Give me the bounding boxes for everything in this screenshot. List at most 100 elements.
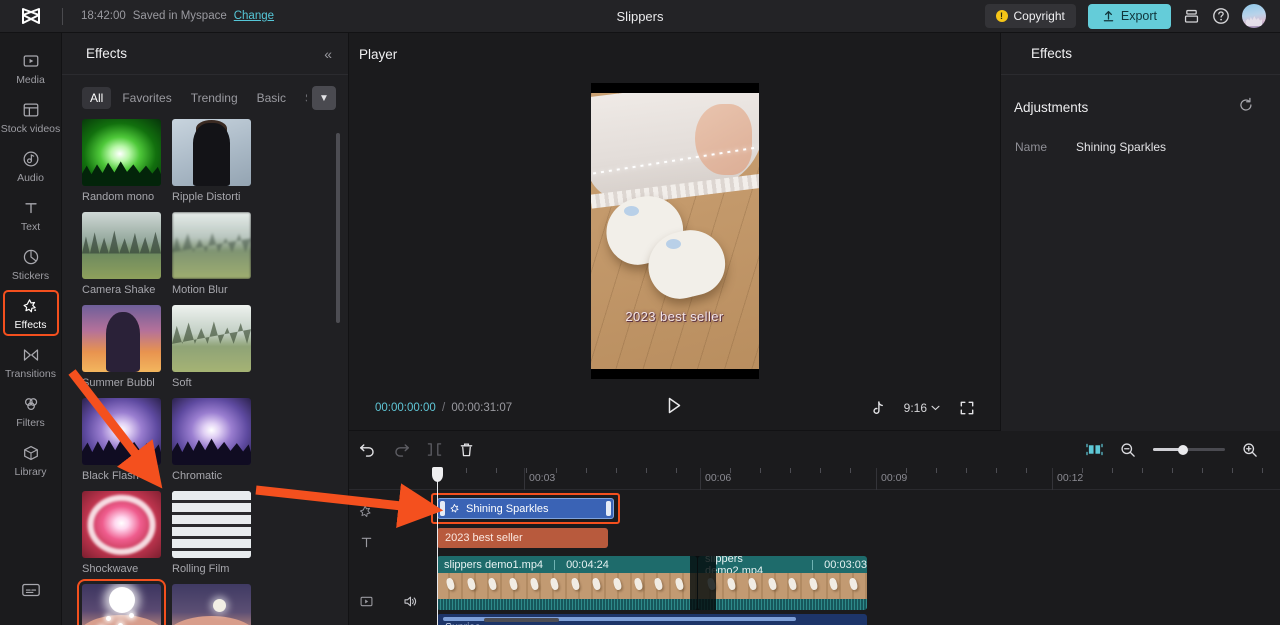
player-controls: 00:00:00:00 / 00:00:31:07 9:16 [349,386,1000,430]
tiktok-share-button[interactable] [871,400,884,416]
export-button[interactable]: Export [1087,3,1171,29]
effect-thumbnail [172,398,251,465]
clip-transition-marker[interactable] [690,556,716,610]
effect-thumbnail [82,398,161,465]
sidebar-item-text[interactable]: Text [3,192,59,238]
effect-item[interactable]: Random mono [82,119,161,203]
effect-item[interactable]: Camera Shake [82,212,161,296]
effect-label: Summer Bubbl [82,377,155,389]
effect-item[interactable]: Constellation [172,584,251,625]
effect-thumbnail [82,305,161,372]
zoom-out-button[interactable] [1120,442,1136,458]
video-caption-overlay: 2023 best seller [625,309,724,325]
sidebar-item-label: Library [14,466,47,478]
tab-all[interactable]: All [82,87,112,109]
effects-grid[interactable]: Random mono Ripple Distorti Camera Shake… [62,119,349,625]
layout-button[interactable] [1183,8,1200,25]
timeline-horizontal-scrollbar[interactable] [484,618,559,622]
help-button[interactable] [1212,7,1230,25]
sidebar-item-captions[interactable] [3,575,59,603]
fit-to-screen-button[interactable] [1086,442,1103,457]
chevron-down-icon[interactable]: ▼ [312,86,336,110]
sidebar-item-filters[interactable]: Filters [3,388,59,434]
clip-trim-handle-left[interactable] [440,501,445,516]
effect-item-shining-sparkles[interactable]: ★ + Shining Sparkl [77,579,166,625]
effect-item[interactable]: Summer Bubbl [82,305,161,389]
avatar[interactable] [1242,4,1266,28]
chevron-double-left-icon[interactable]: « [324,46,332,62]
save-status: 18:42:00 Saved in Myspace Change [81,10,274,22]
effects-icon [450,504,459,513]
app-logo[interactable] [0,7,62,25]
timeline-edit-tools [359,442,474,458]
timeline-clip-effect[interactable]: Shining Sparkles [437,498,614,519]
tab-basic[interactable]: Basic [249,87,294,109]
audio-mute-icon[interactable] [402,594,418,609]
effect-item[interactable]: Black Flash [82,398,161,482]
right-panel-header: Effects [1001,33,1280,75]
fullscreen-button[interactable] [960,401,974,415]
effect-item[interactable]: Ripple Distorti [172,119,251,203]
sidebar-item-transitions[interactable]: Transitions [3,339,59,385]
effect-item[interactable]: Chromatic [172,398,251,482]
zoom-in-button[interactable] [1242,442,1258,458]
reset-button[interactable] [1238,97,1254,118]
play-button[interactable] [667,397,682,418]
sidebar-item-media[interactable]: Media [3,45,59,91]
timeline-clip-video-1[interactable]: slippers demo1.mp4 00:04:24 [437,556,697,610]
timeline-clip-text[interactable]: 2023 best seller [437,528,608,548]
clip-filmstrip [437,573,697,599]
clip-filename: slippers demo1.mp4 [444,558,544,571]
effect-item[interactable]: Soft [172,305,251,389]
effect-label: Chromatic [172,470,223,482]
split-button[interactable] [427,442,442,457]
sidebar-item-label: Transitions [5,368,56,380]
zoom-slider[interactable] [1153,444,1225,455]
playhead-handle[interactable] [432,467,443,482]
redo-button[interactable] [393,442,410,457]
right-panel-title: Effects [1031,46,1073,61]
player-header: Player [349,33,1000,75]
clip-trim-handle-right[interactable] [606,501,611,516]
effect-item[interactable]: Motion Blur [172,212,251,296]
sidebar-item-effects[interactable]: Effects [2,290,59,336]
tab-sta[interactable]: Sta [297,87,307,109]
timeline-ruler[interactable]: 00:03 00:06 00:09 00:12 [349,468,1280,490]
timeline-clip-text-label: 2023 best seller [445,532,523,544]
tab-favorites[interactable]: Favorites [114,87,179,109]
timeline-playhead[interactable] [432,467,443,625]
effects-panel-scrollbar[interactable] [336,133,340,323]
copyright-button[interactable]: ! Copyright [984,4,1076,28]
effects-panel-header: Effects « [62,33,348,75]
effect-label: Motion Blur [172,284,228,296]
aspect-ratio-selector[interactable]: 9:16 [904,401,940,415]
text-icon [24,203,37,214]
chevron-down-icon [931,405,940,411]
delete-button[interactable] [459,442,474,458]
effect-item[interactable]: Shockwave [82,491,161,575]
top-bar-actions: ! Copyright Export [984,3,1280,29]
timeline-clip-video-2[interactable]: slippers demo2.mp4 00:03:03 [698,556,867,610]
effect-item[interactable]: Rolling Film [172,491,251,575]
sidebar-item-stickers[interactable]: Stickers [3,241,59,287]
sidebar-item-audio[interactable]: Audio [3,143,59,189]
sidebar-item-library[interactable]: Library [3,437,59,483]
change-location-link[interactable]: Change [234,10,274,22]
ruler-label: 00:12 [1057,472,1084,484]
zoom-slider-handle[interactable] [1178,444,1189,455]
fullscreen-icon [960,401,974,415]
video-track-icon[interactable] [359,594,374,609]
ruler-label: 00:09 [881,472,908,484]
effect-label: Ripple Distorti [172,191,241,203]
effect-thumbnail [82,119,161,186]
sidebar-item-stock-videos[interactable]: Stock videos [1,94,60,140]
capcut-editor: 18:42:00 Saved in Myspace Change Slipper… [0,0,1280,625]
timeline-clip-effect-label: Shining Sparkles [466,502,549,515]
tab-trending[interactable]: Trending [183,87,246,109]
ruler-label: 00:06 [705,472,732,484]
captions-icon [21,583,40,597]
effect-thumbnail [82,212,161,279]
video-preview[interactable]: 2023 best seller [590,82,759,379]
effect-label: Rolling Film [172,563,230,575]
undo-button[interactable] [359,442,376,457]
